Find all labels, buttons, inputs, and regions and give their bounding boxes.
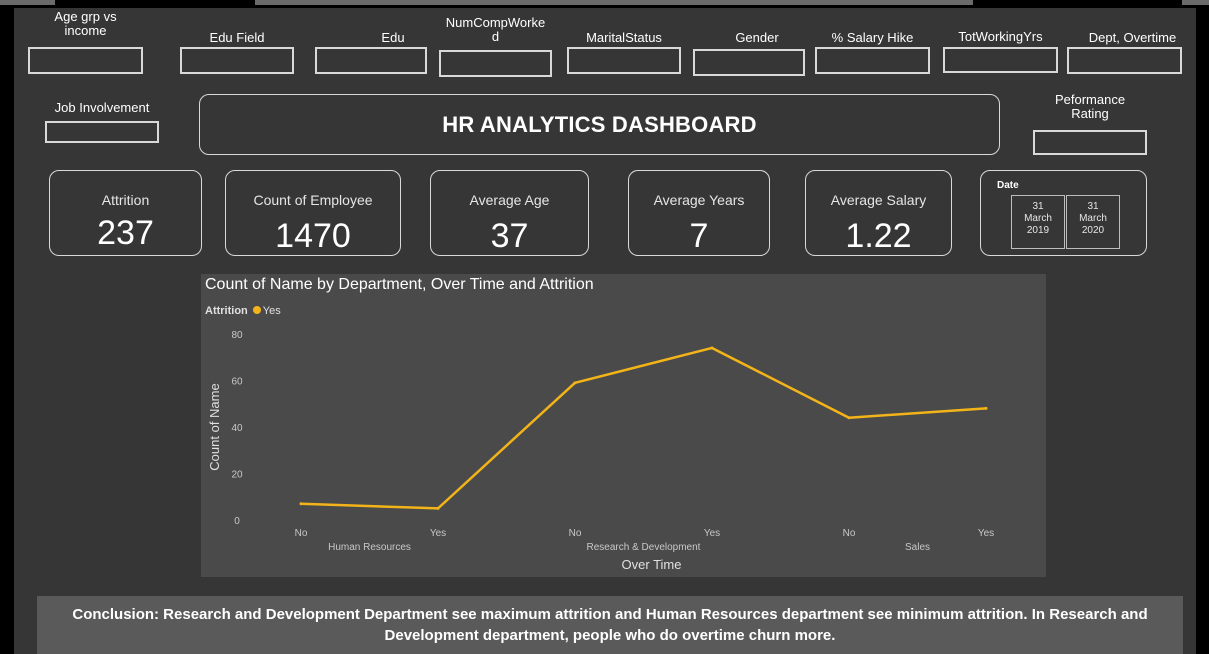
- slicer-gender-dropdown[interactable]: [693, 49, 805, 76]
- data-point: [847, 416, 851, 420]
- y-tick-label: 20: [231, 470, 243, 481]
- kpi-label: Count of Employee: [253, 192, 373, 208]
- kpi-label: Attrition: [101, 192, 150, 208]
- kpi-value: 1470: [275, 217, 351, 255]
- kpi-card-attrition: Attrition 237: [49, 170, 202, 256]
- y-tick-label: 60: [231, 377, 243, 388]
- top-strip-segment: [1182, 0, 1209, 5]
- date-start-year: 2019: [1026, 225, 1050, 236]
- date-end-box[interactable]: 31 March 2020: [1066, 195, 1120, 249]
- data-point: [710, 346, 714, 350]
- slicer-performance-rating-dropdown[interactable]: [1033, 130, 1147, 155]
- slicer-label: TotWorkingYrs: [958, 29, 1043, 44]
- slicer-dept-overtime-dropdown[interactable]: [1067, 47, 1182, 74]
- x-tick-label: Yes: [978, 528, 994, 539]
- slicer-age-group-dropdown[interactable]: [28, 47, 143, 74]
- slicer-num-comp-worked-dropdown[interactable]: [439, 50, 552, 77]
- slicer-marital-status: MaritalStatus: [567, 10, 681, 75]
- kpi-card-employee-count: Count of Employee 1470: [225, 170, 401, 256]
- slicer-label: % Salary Hike: [831, 30, 914, 45]
- date-end-month: March: [1079, 213, 1107, 224]
- slicer-edu: Edu: [315, 10, 427, 75]
- conclusion-text: Conclusion: Research and Development Dep…: [72, 606, 1148, 644]
- slicer-job-involvement-dropdown[interactable]: [45, 121, 159, 143]
- x-group-label: Sales: [905, 542, 930, 553]
- date-start-box[interactable]: 31 March 2019: [1011, 195, 1065, 249]
- attrition-line-chart[interactable]: Count of Name by Department, Over Time a…: [201, 274, 1046, 577]
- slicer-edu-dropdown[interactable]: [315, 47, 427, 74]
- kpi-card-average-salary: Average Salary 1.22: [805, 170, 952, 256]
- slicer-edu-field-dropdown[interactable]: [180, 47, 294, 74]
- top-strip: [0, 0, 1209, 8]
- kpi-value: 237: [97, 214, 154, 252]
- date-start-day: 31: [1032, 201, 1044, 212]
- slicer-age-group: Age grp vs income: [28, 10, 143, 75]
- conclusion-banner: Conclusion: Research and Development Dep…: [37, 596, 1183, 654]
- slicer-label: Gender: [735, 30, 779, 45]
- y-tick-label: 80: [231, 330, 243, 341]
- x-tick-label: No: [569, 528, 582, 539]
- dashboard-title: HR ANALYTICS DASHBOARD: [199, 94, 1000, 155]
- data-point: [436, 506, 440, 510]
- kpi-label: Average Salary: [830, 192, 927, 208]
- data-point: [573, 381, 577, 385]
- y-tick-label: 0: [234, 516, 240, 527]
- slicer-job-involvement: Job Involvement: [45, 100, 161, 145]
- slicer-label: Dept, Overtime: [1088, 30, 1177, 45]
- slicer-label: Job Involvement: [54, 100, 150, 115]
- kpi-label: Average Years: [653, 192, 745, 208]
- data-point: [984, 406, 988, 410]
- slicer-label: Peformance Rating: [1054, 92, 1126, 121]
- kpi-card-average-years: Average Years 7: [628, 170, 770, 256]
- slicer-edu-field: Edu Field: [180, 10, 294, 75]
- slicer-gender: Gender: [693, 10, 805, 77]
- top-strip-segment: [0, 0, 55, 5]
- slicer-dept-overtime: Dept, Overtime: [1067, 10, 1182, 75]
- y-tick-label: 40: [231, 423, 243, 434]
- series-line-yes: [300, 346, 987, 510]
- date-end-year: 2020: [1081, 225, 1105, 236]
- x-axis-title: Over Time: [622, 557, 682, 572]
- slicer-salary-hike: % Salary Hike: [815, 10, 930, 75]
- x-tick-label: No: [843, 528, 856, 539]
- slicer-label: Edu: [381, 30, 405, 45]
- kpi-value: 1.22: [845, 217, 912, 255]
- slicer-num-comp-worked: NumCompWorked: [439, 10, 552, 78]
- top-strip-segment: [255, 0, 973, 5]
- slicer-label: MaritalStatus: [586, 30, 662, 45]
- data-point: [299, 502, 303, 506]
- slicer-tot-working-yrs-dropdown[interactable]: [943, 47, 1058, 73]
- x-group-label: Research & Development: [587, 542, 701, 553]
- slicer-label: Edu Field: [209, 30, 265, 45]
- x-tick-label: No: [295, 528, 308, 539]
- kpi-value: 37: [490, 217, 529, 255]
- kpi-card-average-age: Average Age 37: [430, 170, 589, 256]
- date-slicer-label: Date: [997, 180, 1019, 191]
- y-axis-title: Count of Name: [207, 383, 222, 470]
- date-slicer: Date 31 March 2019 31 March 2020: [980, 170, 1147, 256]
- date-end-day: 31: [1087, 201, 1099, 212]
- slicer-label: Age grp vs income: [54, 9, 117, 38]
- x-tick-label: Yes: [704, 528, 720, 539]
- slicer-salary-hike-dropdown[interactable]: [815, 47, 930, 74]
- x-tick-label: Yes: [430, 528, 446, 539]
- slicer-tot-working-yrs: TotWorkingYrs: [943, 10, 1058, 73]
- kpi-value: 7: [689, 217, 709, 255]
- slicer-marital-status-dropdown[interactable]: [567, 47, 681, 74]
- chart-plot: 0 20 40 60 80 Count of Name No Yes No Yes No Yes Hum…: [207, 330, 994, 572]
- date-start-month: March: [1024, 213, 1052, 224]
- slicer-label: NumCompWorked: [445, 15, 546, 44]
- slicer-performance-rating: Peformance Rating: [1033, 92, 1147, 157]
- kpi-label: Average Age: [469, 192, 550, 208]
- x-group-label: Human Resources: [328, 542, 411, 553]
